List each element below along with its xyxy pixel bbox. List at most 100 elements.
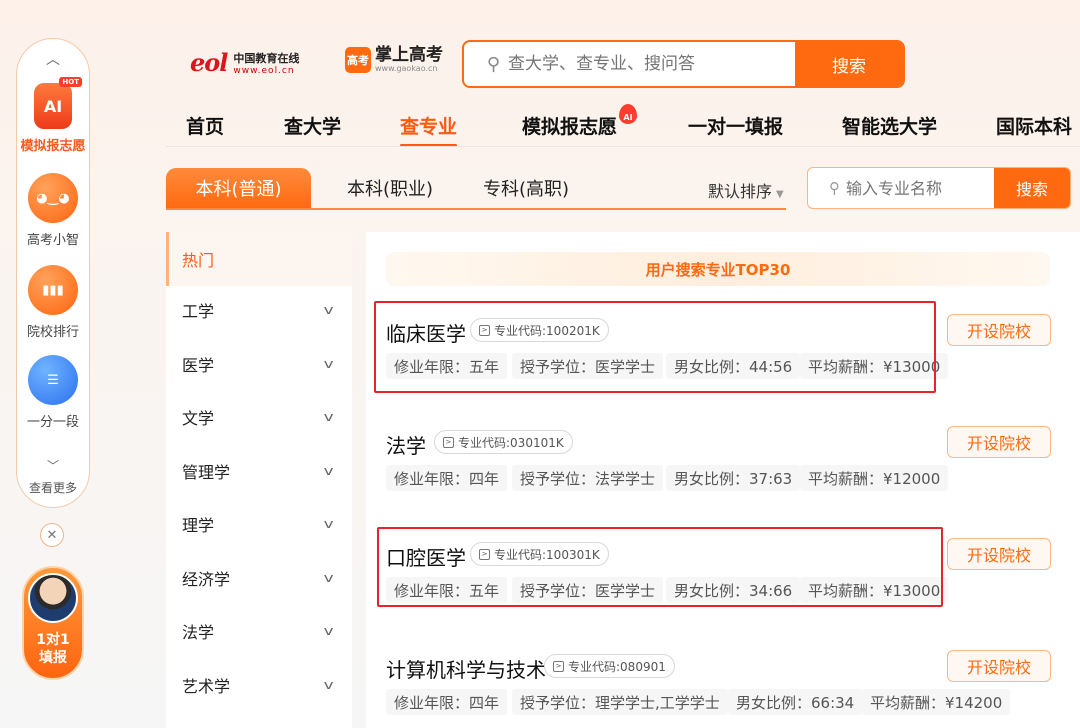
major-degree: 授予学位：医学学士 (512, 353, 664, 379)
sort-dropdown[interactable]: 默认排序 ▼ (708, 178, 784, 202)
nav-majors[interactable]: 查专业 (400, 112, 458, 147)
major-years: 修业年限：四年 (386, 689, 508, 715)
major-code-badge: > 专业代码:080901 (544, 654, 675, 678)
nav-one-on-one[interactable]: 一对一填报 (688, 112, 783, 139)
nav-smart-select[interactable]: 智能选大学 (842, 112, 937, 139)
sidebar-item-label: 模拟报志愿 (20, 139, 86, 154)
category-list: 热门 工学 v 医学 v 文学 v 管理学 v 理学 v 经济学 v 法学 v 艺术学 v (166, 232, 352, 728)
category-item[interactable]: 法学 v (166, 604, 352, 658)
major-code-badge: > 专业代码:100201K (470, 318, 609, 342)
sidebar-item-label: 一分一段 (26, 415, 79, 430)
open-colleges-button[interactable]: 开设院校 (947, 426, 1051, 458)
open-colleges-button[interactable]: 开设院校 (947, 314, 1051, 346)
global-search-bar: ⚲ 搜索 (462, 40, 905, 88)
code-icon: > (553, 660, 564, 672)
avatar (28, 573, 78, 623)
category-item[interactable]: 管理学 v (166, 444, 352, 498)
one-on-one-consult-button[interactable]: 1对1填报 (22, 566, 84, 680)
chevron-down-icon: v (323, 303, 334, 317)
floating-sidebar: ︿ AI HOT 模拟报志愿 ◕‿◕ 高考小智 ▮▮▮ 院校排行 ☰ 一分一段 ﹀… (16, 38, 90, 508)
major-gender-ratio: 男女比例：66:34 (728, 689, 863, 715)
close-icon[interactable]: ✕ (40, 523, 64, 547)
eol-logo[interactable]: eol 中国教育在线 www.eol.cn (190, 48, 299, 77)
nav-divider (166, 146, 1080, 147)
sidebar-item-gaokao-assistant[interactable]: ◕‿◕ 高考小智 (17, 173, 89, 248)
chevron-up-icon[interactable]: ︿ (17, 49, 89, 69)
major-salary: 平均薪酬：¥14200 (862, 689, 1011, 715)
chevron-down-icon: v (323, 571, 334, 585)
category-item[interactable]: 经济学 v (166, 551, 352, 605)
category-hot[interactable]: 热门 (166, 232, 352, 286)
category-item[interactable]: 工学 v (166, 283, 352, 337)
major-name: 计算机科学与技术 (386, 658, 546, 682)
major-search-input[interactable] (840, 168, 994, 208)
code-icon: > (479, 324, 490, 336)
category-item[interactable]: 文学 v (166, 390, 352, 444)
major-name: 口腔医学 (386, 546, 466, 570)
robot-icon: ◕‿◕ (28, 173, 78, 223)
major-list-panel: 用户搜索专业TOP30 临床医学 > 专业代码:100201K 修业年限：五年 授… (366, 232, 1080, 728)
sidebar-item-college-ranking[interactable]: ▮▮▮ 院校排行 (17, 265, 89, 340)
code-icon: > (443, 436, 454, 448)
major-card[interactable]: 法学 > 专业代码:030101K 修业年限：四年 授予学位：法学学士 男女比例：… (386, 416, 1066, 516)
major-gender-ratio: 男女比例：34:66 (666, 577, 801, 603)
major-salary: 平均薪酬：¥13000 (800, 353, 949, 379)
major-code-badge: > 专业代码:100301K (470, 542, 609, 566)
degree-tabs: 本科(普通) 本科(职业) 专科(高职) (166, 168, 786, 210)
tab-undergraduate-regular[interactable]: 本科(普通) (166, 168, 311, 208)
bar-chart-icon: ▮▮▮ (28, 265, 78, 315)
global-search-button[interactable]: 搜索 (795, 42, 903, 86)
nav-home[interactable]: 首页 (186, 112, 224, 139)
ai-app-icon: AI HOT (34, 77, 82, 129)
sidebar-item-label: 高考小智 (26, 233, 79, 248)
major-years: 修业年限：五年 (386, 353, 508, 379)
major-years: 修业年限：五年 (386, 577, 508, 603)
consult-label: 1对1填报 (36, 632, 70, 666)
major-search-button[interactable]: 搜索 (994, 168, 1070, 208)
major-salary: 平均薪酬：¥12000 (800, 465, 949, 491)
chevron-down-icon: v (323, 517, 334, 531)
major-search-bar: ⚲ 搜索 (807, 167, 1071, 209)
document-icon: ☰ (28, 355, 78, 405)
major-name: 法学 (386, 434, 426, 458)
major-card[interactable]: 临床医学 > 专业代码:100201K 修业年限：五年 授予学位：医学学士 男女比… (386, 304, 1066, 404)
search-icon: ⚲ (829, 179, 840, 197)
view-more-link[interactable]: 查看更多 (17, 479, 89, 496)
category-item[interactable]: 医学 v (166, 337, 352, 391)
chevron-down-icon: v (323, 410, 334, 424)
major-years: 修业年限：四年 (386, 465, 508, 491)
chevron-down-icon: v (323, 464, 334, 478)
major-degree: 授予学位：医学学士 (512, 577, 664, 603)
major-degree: 授予学位：理学学士,工学学士 (512, 689, 728, 715)
sidebar-item-score-table[interactable]: ☰ 一分一段 (17, 355, 89, 430)
code-icon: > (479, 548, 490, 560)
nav-international[interactable]: 国际本科 (996, 112, 1072, 139)
major-gender-ratio: 男女比例：37:63 (666, 465, 801, 491)
chevron-down-icon: ﹀ (46, 459, 59, 473)
major-gender-ratio: 男女比例：44:56 (666, 353, 801, 379)
category-item[interactable]: 艺术学 v (166, 658, 352, 712)
nav-mock-application[interactable]: 模拟报志愿 (522, 112, 617, 139)
sidebar-item-label: 院校排行 (26, 325, 79, 340)
open-colleges-button[interactable]: 开设院校 (947, 538, 1051, 570)
caret-down-icon: ▼ (776, 189, 784, 200)
category-item[interactable]: 理学 v (166, 497, 352, 551)
ai-badge-icon: AI (619, 104, 637, 124)
major-name: 临床医学 (386, 322, 466, 346)
nav-colleges[interactable]: 查大学 (284, 112, 341, 139)
major-salary: 平均薪酬：¥13000 (800, 577, 949, 603)
major-degree: 授予学位：法学学士 (512, 465, 664, 491)
major-card[interactable]: 计算机科学与技术 > 专业代码:080901 修业年限：四年 授予学位：理学学士,… (386, 640, 1066, 728)
search-icon: ⚲ (486, 53, 500, 75)
sidebar-item-mock-application[interactable]: AI HOT 模拟报志愿 (17, 77, 89, 154)
chevron-down-icon: v (323, 357, 334, 371)
tab-junior-college[interactable]: 专科(高职) (466, 168, 586, 208)
major-code-badge: > 专业代码:030101K (434, 430, 573, 454)
gaokao-logo[interactable]: 高考 掌上高考 www.gaokao.cn (345, 46, 443, 73)
major-card[interactable]: 口腔医学 > 专业代码:100301K 修业年限：五年 授予学位：医学学士 男女比… (386, 528, 1066, 628)
open-colleges-button[interactable]: 开设院校 (947, 650, 1051, 682)
chevron-down-icon: v (323, 678, 334, 692)
global-search-input[interactable] (500, 42, 795, 86)
tab-undergraduate-vocational[interactable]: 本科(职业) (330, 168, 450, 208)
chevron-down-icon: v (323, 624, 334, 638)
